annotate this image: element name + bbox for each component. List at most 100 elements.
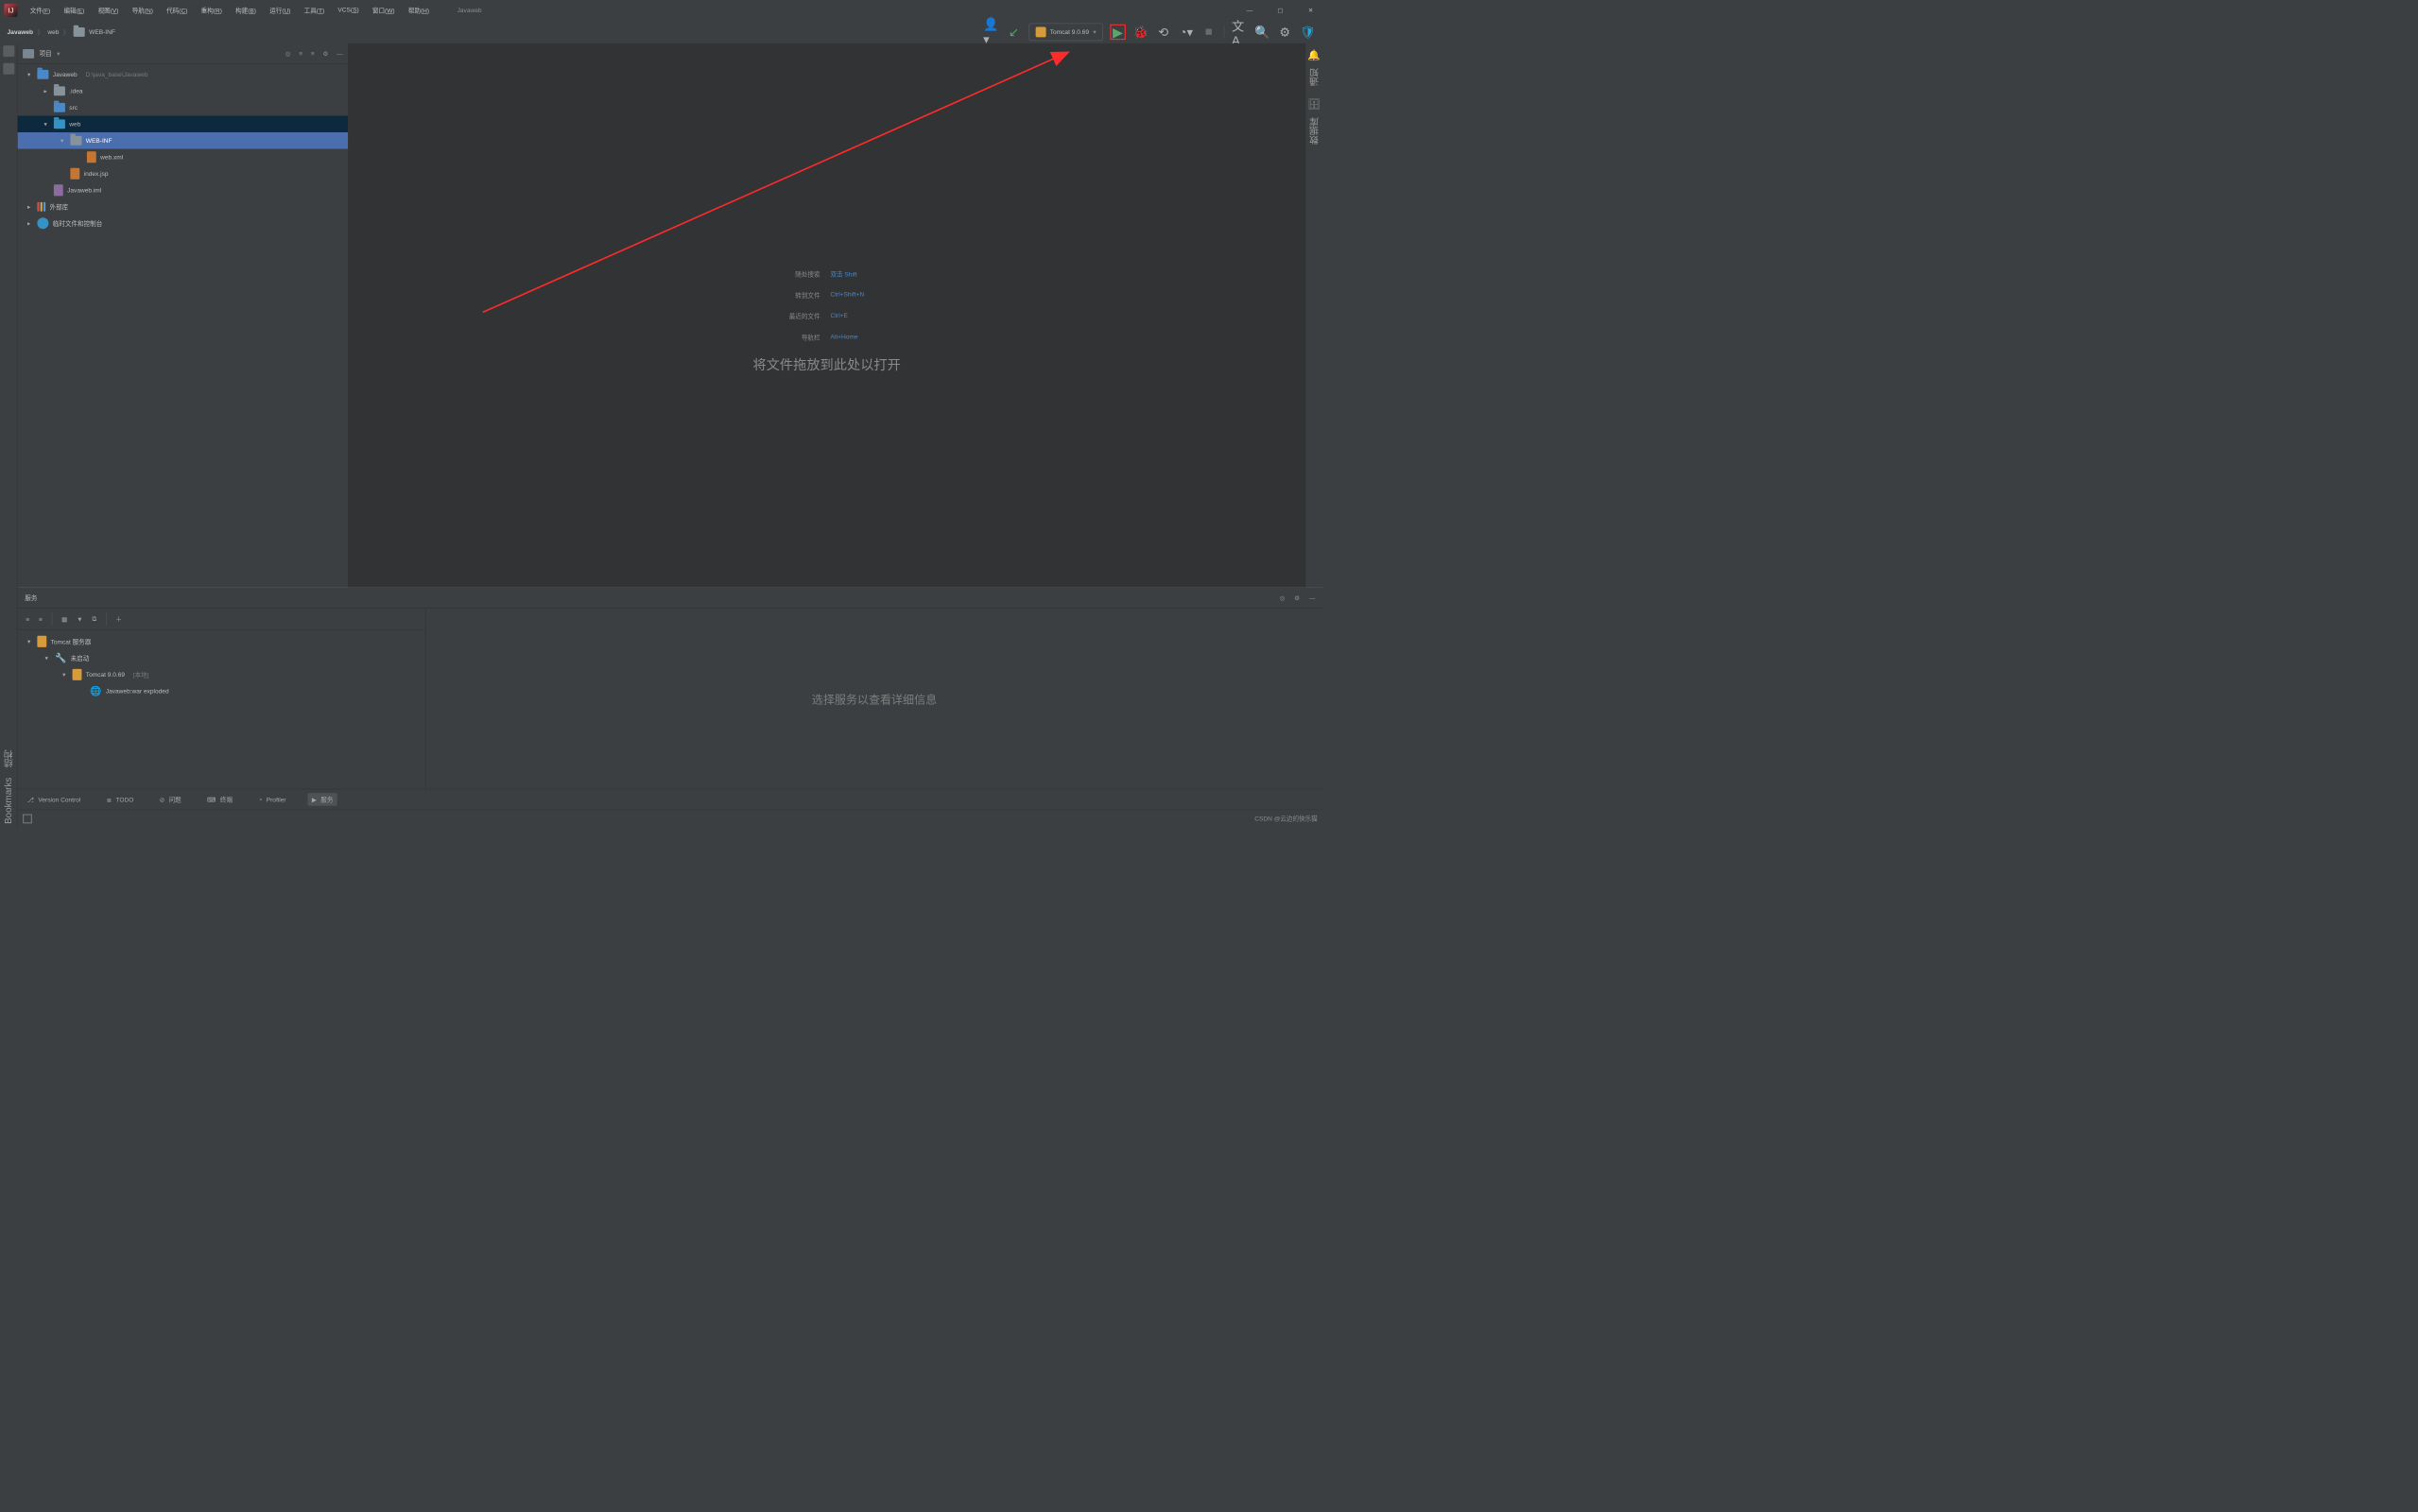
settings-icon[interactable]: ⚙ — [322, 50, 328, 58]
minimize-button[interactable]: — — [1247, 7, 1253, 14]
folder-icon — [54, 86, 65, 95]
menu-item[interactable]: 构建(B) — [235, 6, 256, 14]
terminal-tool[interactable]: ⌨终端 — [203, 793, 237, 806]
run-config-selector[interactable]: Tomcat 9.0.69 ▾ — [1028, 24, 1102, 42]
collapse-all-icon[interactable]: ≡ — [39, 615, 43, 623]
notifications-icon[interactable]: 🔔 — [1307, 48, 1321, 61]
commit-tool-icon[interactable] — [3, 63, 14, 75]
filter-icon[interactable]: ▼ — [77, 615, 83, 623]
menu-item[interactable]: 代码(C) — [166, 6, 187, 14]
tomcat-icon — [1035, 26, 1045, 37]
folder-web-icon — [54, 119, 65, 129]
structure-tool[interactable]: 结构 — [2, 747, 15, 771]
menu-item[interactable]: VCS(S) — [337, 6, 358, 14]
tree-node[interactable]: ▾ WEB-INF — [18, 132, 349, 149]
chevron-icon[interactable]: ▾ — [60, 671, 68, 679]
run-button[interactable]: ▶ — [1110, 25, 1125, 40]
tree-node[interactable]: Javaweb.iml — [18, 182, 349, 199]
menu-item[interactable]: 导航(N) — [132, 6, 153, 14]
maximize-button[interactable]: ▢ — [1277, 7, 1283, 14]
chevron-icon[interactable]: ▾ — [58, 137, 66, 145]
stop-button[interactable]: ■ — [1201, 25, 1217, 40]
services-detail-placeholder: 选择服务以查看详细信息 — [426, 609, 1322, 789]
hide-icon[interactable]: — — [1309, 594, 1316, 602]
chevron-icon[interactable]: ▸ — [25, 203, 33, 211]
tree-node[interactable]: src — [18, 99, 349, 116]
user-icon[interactable]: 👤▾ — [983, 25, 998, 40]
profiler-tool[interactable]: ◔Profiler — [254, 794, 290, 805]
services-tool-window: 服务 ◎ ⚙ — ≡ ≡ ▦ ▼ — [18, 587, 1323, 788]
menu-item[interactable]: 重构(R) — [201, 6, 222, 14]
tree-node[interactable]: ▾ web — [18, 116, 349, 133]
services-tool[interactable]: ▶服务 — [308, 793, 337, 806]
tree-node-label: Tomcat 服务器 — [51, 637, 92, 645]
coverage-button[interactable]: ⟲ — [1156, 25, 1171, 40]
lib-icon — [37, 202, 45, 212]
chevron-icon[interactable]: ▸ — [25, 219, 33, 227]
tree-node-label: WEB-INF — [86, 137, 112, 145]
project-tool-icon[interactable] — [3, 45, 14, 57]
database-icon[interactable]: 🗄 — [1307, 97, 1321, 111]
menu-item[interactable]: 文件(F) — [30, 6, 51, 14]
vcs-tool[interactable]: ⎇Version Control — [23, 794, 85, 805]
services-tree-node[interactable]: ▾ Tomcat 服务器 — [18, 633, 426, 650]
tree-node[interactable]: ▸临时文件和控制台 — [18, 215, 349, 232]
chevron-icon[interactable]: ▾ — [42, 120, 50, 128]
breadcrumb-part[interactable]: web — [47, 28, 59, 36]
menu-item[interactable]: 帮助(H) — [408, 6, 429, 14]
services-tree-node[interactable]: ▾🔧未启动 — [18, 650, 426, 667]
shield-icon[interactable]: 🛡 — [1300, 25, 1315, 40]
services-tree-node[interactable]: ▾Tomcat 9.0.69[本地] — [18, 666, 426, 683]
editor-hints: 随处搜索双击 Shift 转到文件Ctrl+Shift+N 最近的文件Ctrl+… — [752, 257, 900, 373]
breadcrumb[interactable]: Javaweb 〉 web 〉 WEB-INF — [8, 27, 115, 37]
search-icon[interactable]: 🔍 — [1254, 25, 1269, 40]
editor-area: 随处搜索双击 Shift 转到文件Ctrl+Shift+N 最近的文件Ctrl+… — [349, 43, 1305, 587]
chevron-icon[interactable]: ▸ — [42, 87, 50, 94]
select-opened-file-icon[interactable]: ◎ — [285, 50, 291, 58]
debug-button[interactable]: 🐞 — [1132, 25, 1148, 40]
chevron-icon[interactable]: ▾ — [43, 655, 51, 662]
chevron-icon[interactable]: ▾ — [25, 638, 33, 645]
menu-item[interactable]: 运行(U) — [269, 6, 290, 14]
tree-node-label: 外部库 — [50, 202, 69, 211]
todo-tool[interactable]: ≣TODO — [102, 794, 137, 805]
notifications-tool[interactable]: 通知 — [1307, 64, 1321, 89]
menu-item[interactable]: 视图(V) — [98, 6, 119, 14]
menu-item[interactable]: 工具(T) — [304, 6, 325, 14]
menu-item[interactable]: 窗口(W) — [372, 6, 395, 14]
tree-node-label: web — [69, 120, 80, 128]
expand-all-icon[interactable]: ≡ — [299, 50, 302, 58]
hammer-icon[interactable]: ↙ — [1006, 25, 1021, 40]
tree-node[interactable]: ▾JavawebD:\java_base\Javaweb — [18, 66, 349, 83]
file-iml-icon — [54, 184, 63, 196]
stop-filter-icon[interactable]: ⧉ — [93, 615, 97, 623]
tree-node[interactable]: ▸ 外部库 — [18, 198, 349, 215]
menu-item[interactable]: 编辑(E) — [63, 6, 84, 14]
add-icon[interactable]: ＋ — [115, 614, 122, 623]
problems-tool[interactable]: ⊘问题 — [155, 793, 185, 806]
right-gutter: 🔔 通知 🗄 数据库 — [1305, 43, 1323, 587]
chevron-icon[interactable]: ▾ — [25, 71, 33, 78]
hide-icon[interactable]: — — [337, 50, 343, 58]
tree-node[interactable]: web.xml — [18, 149, 349, 166]
close-button[interactable]: ✕ — [1308, 7, 1314, 14]
tree-node-label: Javaweb.iml — [67, 186, 101, 194]
project-tool-window: 项目 ▾ ◎ ≡ ≡ ⚙ — ▾JavawebD:\java_base\Java… — [18, 43, 349, 587]
settings-icon[interactable]: ⚙ — [1294, 594, 1300, 602]
profiler-button[interactable]: ◔▾ — [1179, 25, 1194, 40]
breadcrumb-part[interactable]: WEB-INF — [89, 28, 115, 36]
collapse-all-icon[interactable]: ≡ — [311, 50, 315, 58]
bookmarks-tool[interactable]: Bookmarks — [3, 774, 13, 827]
target-icon[interactable]: ◎ — [1280, 594, 1286, 602]
services-tree-node[interactable]: 🌐Javaweb:war exploded — [18, 683, 426, 700]
tree-node[interactable]: index.jsp — [18, 165, 349, 182]
expand-all-icon[interactable]: ≡ — [26, 615, 29, 623]
globe-icon: 🌐 — [90, 686, 101, 696]
group-icon[interactable]: ▦ — [61, 615, 67, 623]
tool-windows-icon[interactable] — [23, 814, 32, 823]
settings-icon[interactable]: ⚙ — [1277, 25, 1292, 40]
translate-icon[interactable]: 文A — [1232, 25, 1247, 40]
database-tool[interactable]: 数据库 — [1307, 113, 1321, 147]
tree-node[interactable]: ▸.idea — [18, 83, 349, 100]
breadcrumb-project[interactable]: Javaweb — [8, 28, 33, 36]
